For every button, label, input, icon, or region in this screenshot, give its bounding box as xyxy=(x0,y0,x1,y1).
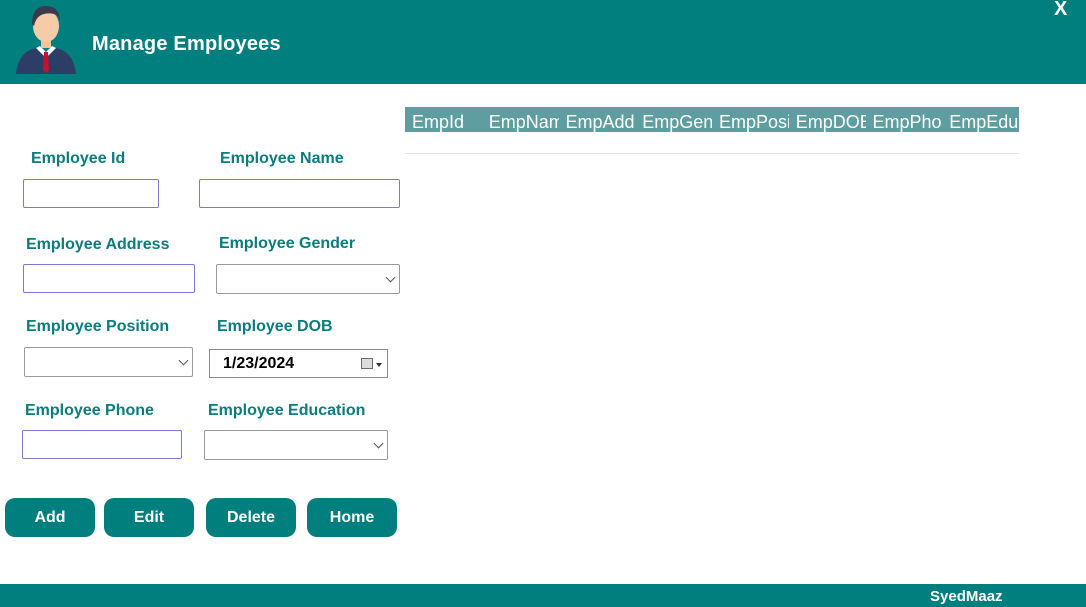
footer-author: SyedMaaz xyxy=(930,588,1003,605)
employee-dob-picker[interactable]: 1/23/2024 xyxy=(209,349,388,378)
chevron-down-icon xyxy=(178,355,189,366)
grid-column-header[interactable]: EmpGender xyxy=(635,107,712,132)
grid-column-header[interactable]: EmpDOB xyxy=(789,107,866,132)
employee-phone-input[interactable] xyxy=(22,430,182,459)
employee-id-label: Employee Id xyxy=(31,150,126,167)
close-button[interactable]: X xyxy=(1054,0,1067,21)
user-avatar-icon xyxy=(16,6,76,74)
employee-address-label: Employee Address xyxy=(26,236,170,253)
dropdown-arrow-icon[interactable] xyxy=(376,363,382,367)
employee-gender-label: Employee Gender xyxy=(219,235,356,252)
employee-gender-select[interactable] xyxy=(216,264,400,294)
employee-name-input[interactable] xyxy=(199,179,400,208)
grid-column-header[interactable]: EmpPosition xyxy=(712,107,789,132)
employee-position-select[interactable] xyxy=(24,347,193,377)
employees-grid-header: EmpId EmpName EmpAddress EmpGender EmpPo… xyxy=(405,107,1019,132)
chevron-down-icon xyxy=(385,272,396,283)
grid-column-header[interactable]: EmpAddress xyxy=(559,107,636,132)
employee-position-label: Employee Position xyxy=(26,318,170,335)
header-bar: Manage Employees X xyxy=(0,0,1086,84)
grid-column-header[interactable]: EmpName xyxy=(482,107,559,132)
home-button[interactable]: Home xyxy=(307,498,397,537)
footer-bar: SyedMaaz xyxy=(0,584,1086,607)
employee-dob-value: 1/23/2024 xyxy=(223,355,295,372)
delete-button[interactable]: Delete xyxy=(206,498,296,537)
employee-dob-label: Employee DOB xyxy=(217,318,333,335)
employee-education-label: Employee Education xyxy=(208,402,366,419)
employee-address-input[interactable] xyxy=(23,264,195,293)
employee-education-select[interactable] xyxy=(204,430,388,460)
employee-name-label: Employee Name xyxy=(220,150,344,167)
employee-id-input[interactable] xyxy=(23,179,159,208)
chevron-down-icon xyxy=(373,438,384,449)
grid-column-header[interactable]: EmpId xyxy=(405,107,482,132)
calendar-icon[interactable] xyxy=(361,358,373,369)
page-title: Manage Employees xyxy=(92,33,281,55)
edit-button[interactable]: Edit xyxy=(104,498,194,537)
grid-divider xyxy=(405,153,1019,154)
grid-column-header[interactable]: EmpPhone xyxy=(866,107,943,132)
grid-column-header[interactable]: EmpEducation xyxy=(942,107,1019,132)
employee-phone-label: Employee Phone xyxy=(25,402,154,419)
add-button[interactable]: Add xyxy=(5,498,95,537)
